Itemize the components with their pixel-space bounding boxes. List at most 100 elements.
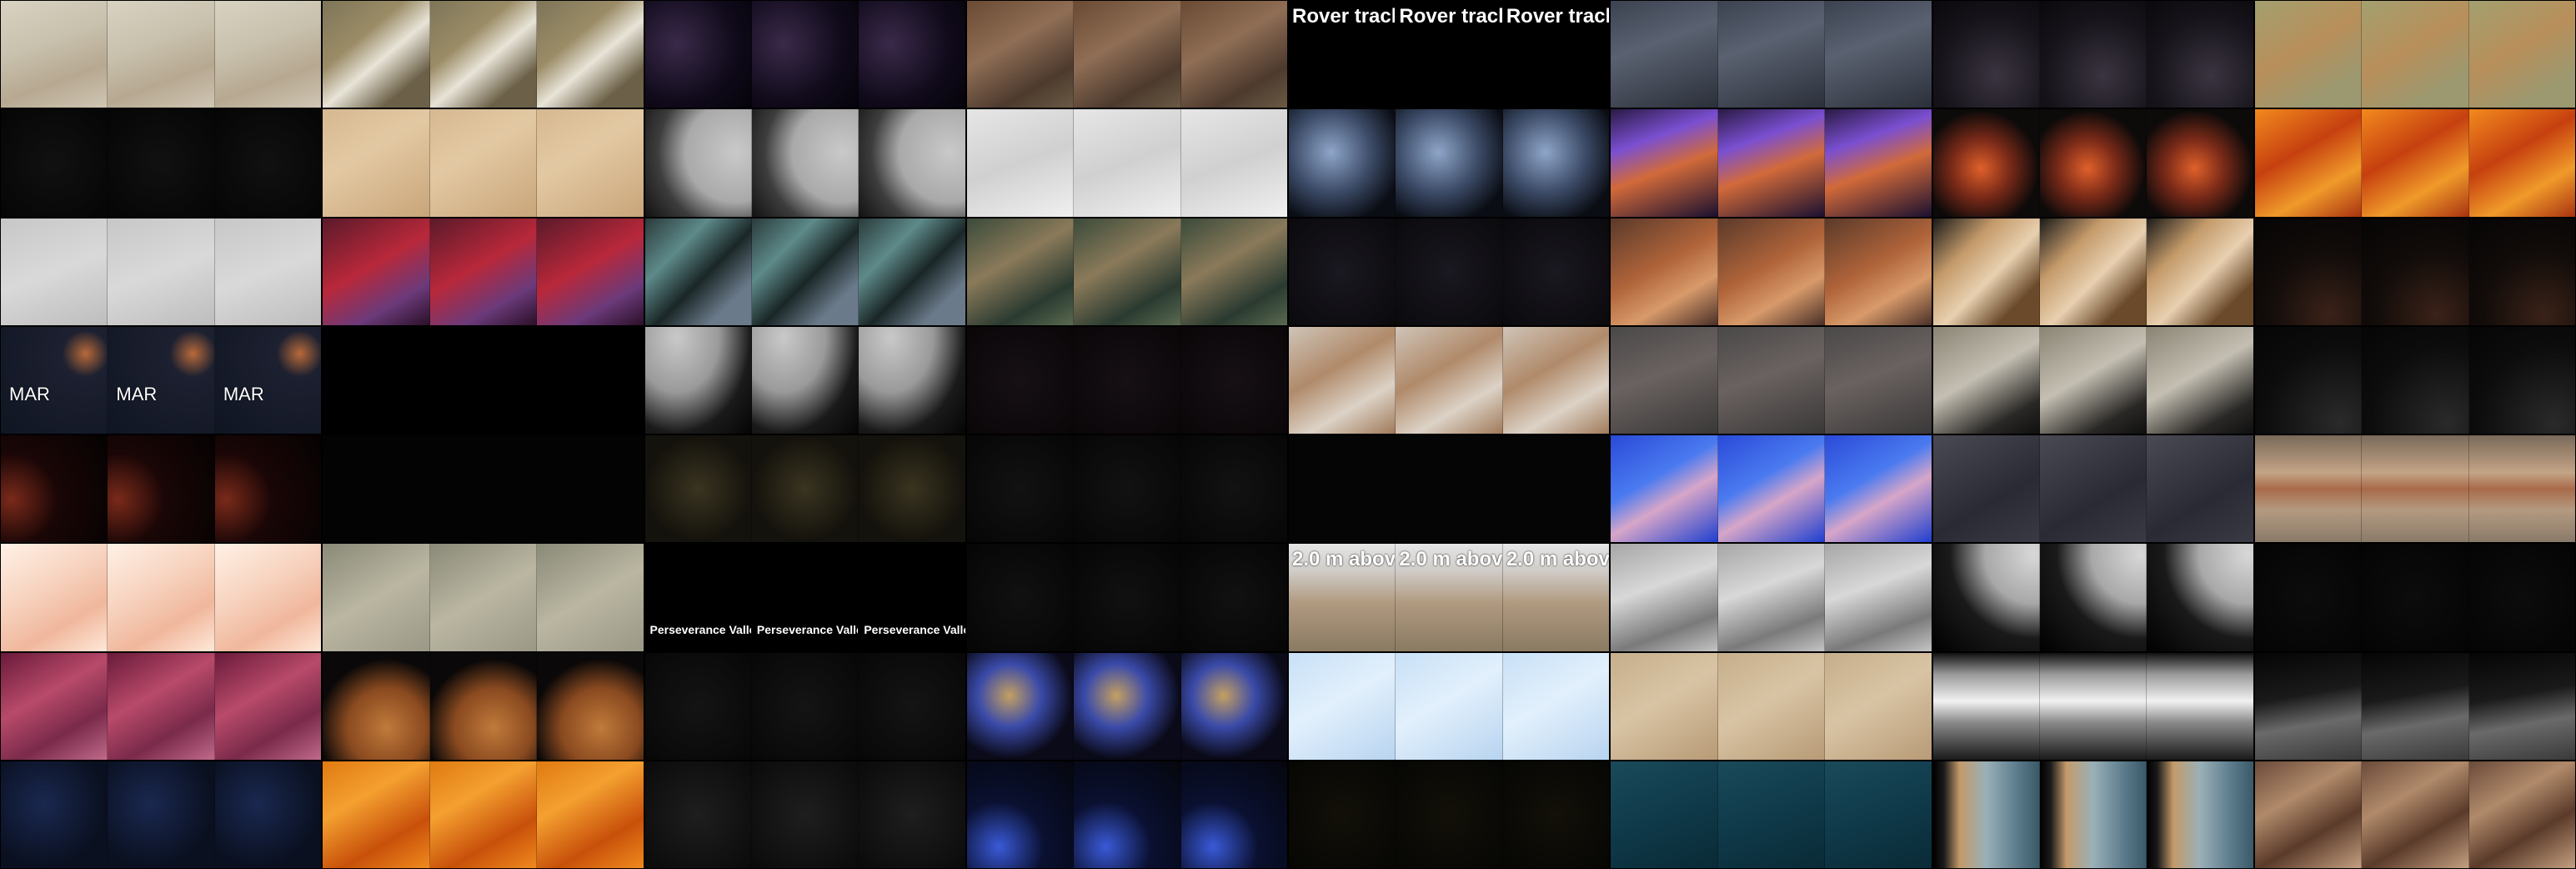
tile-frame bbox=[1, 218, 108, 325]
tile-frame: MAR bbox=[1, 326, 108, 434]
tile-frame bbox=[644, 761, 751, 868]
image-tile bbox=[2254, 1, 2575, 108]
image-tile bbox=[2254, 218, 2575, 325]
tile-frame bbox=[2146, 761, 2253, 868]
tile-frame: Rover track bbox=[1501, 1, 1610, 108]
image-tile bbox=[2254, 435, 2575, 543]
tile-frame bbox=[1932, 435, 2039, 543]
tile-frame bbox=[2146, 652, 2253, 760]
tile-frame bbox=[213, 109, 322, 217]
image-tile bbox=[1611, 218, 1932, 325]
image-tile bbox=[323, 652, 644, 760]
tile-caption: Rover track bbox=[1292, 5, 1396, 28]
image-tile: 2.0 m above rover2.0 m above rover2.0 m … bbox=[1289, 544, 1610, 651]
tile-frame bbox=[213, 544, 322, 651]
image-tile bbox=[1, 1, 322, 108]
tile-frame bbox=[1501, 761, 1610, 868]
tile-frame bbox=[2361, 761, 2468, 868]
image-tile bbox=[1932, 326, 2253, 434]
image-tile bbox=[1611, 544, 1932, 651]
tile-frame bbox=[644, 435, 751, 543]
tile-frame bbox=[2038, 652, 2147, 760]
tile-frame bbox=[2038, 1, 2147, 108]
image-tile bbox=[2254, 544, 2575, 651]
image-tile bbox=[1, 435, 322, 543]
tile-caption: 2.0 m above rover bbox=[1399, 548, 1502, 571]
image-tile bbox=[644, 1, 965, 108]
tile-frame bbox=[428, 435, 537, 543]
image-tile bbox=[323, 435, 644, 543]
tile-frame bbox=[750, 652, 859, 760]
tile-frame bbox=[1501, 435, 1610, 543]
tile-frame bbox=[750, 326, 859, 434]
tile-frame bbox=[213, 652, 322, 760]
image-tile bbox=[1, 109, 322, 217]
tile-frame bbox=[2254, 218, 2362, 325]
tile-frame bbox=[750, 218, 859, 325]
tile-caption: 2.0 m above rover bbox=[1292, 548, 1396, 571]
tile-frame bbox=[858, 218, 965, 325]
image-tile bbox=[966, 435, 1287, 543]
image-tile bbox=[644, 761, 965, 868]
tile-frame bbox=[750, 761, 859, 868]
tile-frame: Perseverance Valley bbox=[644, 544, 751, 651]
tile-frame bbox=[1611, 218, 1717, 325]
tile-frame bbox=[2361, 218, 2468, 325]
tile-frame bbox=[966, 326, 1074, 434]
tile-frame bbox=[1932, 761, 2039, 868]
tile-frame bbox=[1180, 1, 1287, 108]
tile-caption: Perseverance Valley bbox=[864, 622, 965, 636]
tile-frame bbox=[1716, 544, 1825, 651]
tile-frame bbox=[1395, 326, 1502, 434]
tile-frame bbox=[428, 1, 537, 108]
tile-frame bbox=[1, 109, 108, 217]
image-tile bbox=[1289, 435, 1610, 543]
tile-frame bbox=[323, 218, 429, 325]
tile-frame bbox=[323, 544, 429, 651]
tile-frame bbox=[323, 326, 429, 434]
tile-frame bbox=[323, 109, 429, 217]
image-tile bbox=[1932, 218, 2253, 325]
tile-frame bbox=[1501, 109, 1610, 217]
image-tile bbox=[966, 544, 1287, 651]
tile-frame bbox=[1824, 652, 1932, 760]
image-tile bbox=[2254, 109, 2575, 217]
image-tile: MAR MAR MAR bbox=[1, 326, 322, 434]
tile-frame bbox=[2254, 1, 2362, 108]
tile-frame bbox=[858, 109, 965, 217]
tile-frame bbox=[2254, 109, 2362, 217]
image-tile bbox=[644, 652, 965, 760]
tile-frame bbox=[536, 544, 644, 651]
tile-frame: 2.0 m above rover bbox=[1395, 544, 1502, 651]
tile-frame bbox=[1824, 326, 1932, 434]
image-tile bbox=[1932, 761, 2253, 868]
tile-frame bbox=[536, 761, 644, 868]
image-tile bbox=[966, 761, 1287, 868]
tile-frame bbox=[2468, 652, 2575, 760]
tile-frame bbox=[2038, 218, 2147, 325]
tile-frame bbox=[1180, 326, 1287, 434]
tile-frame bbox=[2038, 109, 2147, 217]
tile-frame bbox=[2146, 326, 2253, 434]
tile-frame bbox=[107, 761, 214, 868]
tile-frame bbox=[2254, 761, 2362, 868]
tile-frame bbox=[1073, 761, 1180, 868]
tile-frame bbox=[1, 544, 108, 651]
image-tile bbox=[2254, 761, 2575, 868]
tile-frame bbox=[2146, 218, 2253, 325]
image-tile bbox=[1289, 761, 1610, 868]
tile-frame bbox=[1289, 218, 1396, 325]
tile-frame: MAR bbox=[213, 326, 322, 434]
tile-frame bbox=[966, 1, 1074, 108]
image-tile bbox=[966, 326, 1287, 434]
tile-frame bbox=[107, 544, 214, 651]
image-tile bbox=[323, 761, 644, 868]
tile-frame bbox=[1395, 652, 1502, 760]
tile-frame bbox=[1611, 544, 1717, 651]
tile-frame bbox=[1824, 1, 1932, 108]
tile-frame bbox=[2468, 761, 2575, 868]
tile-frame: 2.0 m above rover bbox=[1289, 544, 1396, 651]
image-tile bbox=[1611, 109, 1932, 217]
tile-frame bbox=[107, 435, 214, 543]
image-tile bbox=[1611, 652, 1932, 760]
